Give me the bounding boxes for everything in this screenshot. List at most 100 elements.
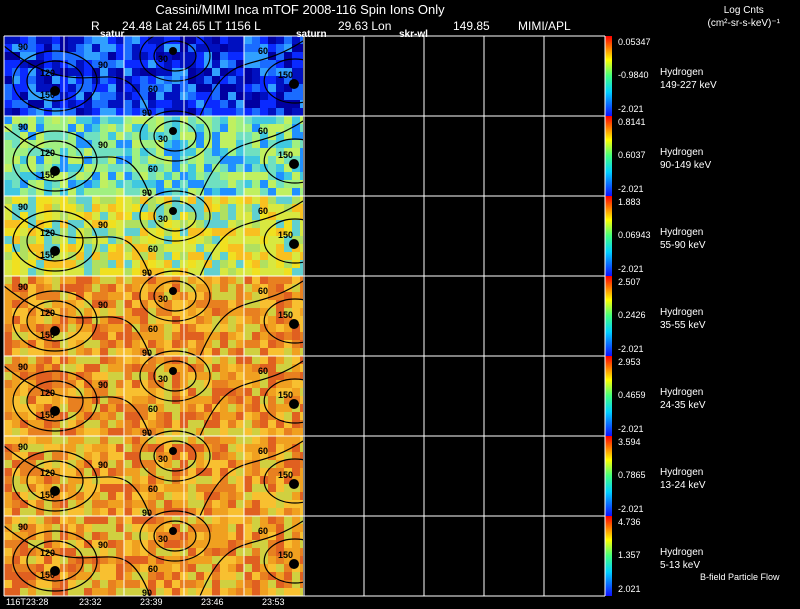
- species-label: Hydrogen: [660, 387, 704, 398]
- time-tick-4: 23:53: [262, 597, 285, 607]
- contour-label: 150: [278, 470, 294, 480]
- contour-label: 120: [40, 468, 56, 478]
- contour-label: 120: [40, 148, 56, 158]
- panel-label: Hydrogen 55-90 keV: [660, 226, 706, 252]
- panel-label: Hydrogen 13-24 keV: [660, 466, 706, 492]
- contour-label: 150: [278, 550, 294, 560]
- energy-label: 35-55 keV: [660, 320, 706, 331]
- contour-label: 120: [40, 548, 56, 558]
- contour-label: 90: [142, 428, 153, 438]
- species-label: Hydrogen: [660, 147, 704, 158]
- colorbar-min: -2.021: [618, 344, 644, 354]
- contour-label: 90: [142, 188, 153, 198]
- contour-label: 150: [40, 570, 56, 580]
- contour-label: 90: [142, 268, 153, 278]
- colorbar-max: 3.594: [618, 437, 641, 447]
- time-tick-1: 23:32: [79, 597, 102, 607]
- contour-label: 90: [18, 202, 29, 212]
- contour-label: 150: [40, 490, 56, 500]
- colorbar-mid: 0.2426: [618, 310, 646, 320]
- colorbar-min: -2.021: [618, 264, 644, 274]
- colorbar-mid: 0.4659: [618, 390, 646, 400]
- contour-label: 90: [98, 460, 109, 470]
- contour-label: 30: [158, 54, 169, 64]
- colorbar-max: 4.736: [618, 517, 641, 527]
- contour-label: 90: [98, 60, 109, 70]
- contour-label: 60: [148, 404, 159, 414]
- contour-label: 150: [278, 150, 294, 160]
- contour-label: 90: [18, 522, 29, 532]
- contour-label: 30: [158, 214, 169, 224]
- colorbar-max: 2.953: [618, 357, 641, 367]
- contour-label: 150: [278, 310, 294, 320]
- contour-label: 60: [148, 484, 159, 494]
- contour-label: 90: [98, 220, 109, 230]
- energy-label: 13-24 keV: [660, 480, 706, 491]
- colorbar-0: [605, 36, 612, 116]
- contour-label: 60: [258, 46, 269, 56]
- contour-label: 90: [18, 42, 29, 52]
- contour-label: 30: [158, 374, 169, 384]
- contour-label: 90: [142, 108, 153, 118]
- marker-skr: skr-wl: [399, 29, 428, 40]
- contour-label: 90: [98, 300, 109, 310]
- panel-label: Hydrogen 5-13 keV: [660, 546, 703, 572]
- contour-label: 150: [40, 330, 56, 340]
- energy-label: 90-149 keV: [660, 160, 712, 171]
- colorbar-3: [605, 276, 612, 356]
- colorbar-mid: 1.357: [618, 550, 641, 560]
- colorbar-mid: 0.7865: [618, 470, 646, 480]
- contour-label: 90: [98, 540, 109, 550]
- energy-label: 24-35 keV: [660, 400, 706, 411]
- contour-label: 90: [142, 508, 153, 518]
- contour-label: 90: [18, 122, 29, 132]
- contour-label: 60: [148, 84, 159, 94]
- species-label: Hydrogen: [660, 67, 704, 78]
- colorbar-6: [605, 516, 612, 596]
- colorbar-min: -2.021: [618, 424, 644, 434]
- panel-label: Hydrogen 24-35 keV: [660, 386, 706, 412]
- colorbar-mid: -0.9840: [618, 70, 649, 80]
- contour-label: 150: [40, 250, 56, 260]
- contour-label: 90: [18, 282, 29, 292]
- colorbar-mid: 0.6037: [618, 150, 646, 160]
- time-tick-3: 23:46: [201, 597, 224, 607]
- species-label: Hydrogen: [660, 227, 704, 238]
- contour-label: 150: [40, 90, 56, 100]
- contour-label: 90: [98, 140, 109, 150]
- contour-label: 60: [258, 526, 269, 536]
- colorbar-mid: 0.06943: [618, 230, 651, 240]
- species-label: Hydrogen: [660, 467, 704, 478]
- panel-label: Hydrogen 35-55 keV: [660, 306, 706, 332]
- marker-saturn: saturn: [296, 29, 327, 40]
- contour-label: 30: [158, 294, 169, 304]
- contour-label: 60: [148, 244, 159, 254]
- colorbar-5: [605, 436, 612, 516]
- contour-label: 150: [278, 70, 294, 80]
- time-tick-0: 116T23:28: [6, 597, 49, 607]
- contour-label: 30: [158, 134, 169, 144]
- contour-label: 150: [278, 390, 294, 400]
- colorbar-1: [605, 116, 612, 196]
- time-tick-2: 23:39: [140, 597, 163, 607]
- contour-label: 90: [18, 442, 29, 452]
- species-label: Hydrogen: [660, 547, 704, 558]
- contour-label: 60: [258, 446, 269, 456]
- contour-label: 60: [258, 366, 269, 376]
- contour-label: 60: [258, 126, 269, 136]
- colorbar-min: -2.021: [618, 184, 644, 194]
- contour-label: 150: [40, 410, 56, 420]
- colorbar-max: 0.8141: [618, 117, 646, 127]
- colorbar-min: -2.021: [618, 504, 644, 514]
- colorbar-min: 2.021: [618, 584, 641, 594]
- contour-label: 60: [148, 164, 159, 174]
- colorbar-max: 0.05347: [618, 37, 651, 47]
- contour-label: 60: [258, 206, 269, 216]
- contour-label: 90: [98, 380, 109, 390]
- contour-label: 150: [278, 230, 294, 240]
- marker-satur: satur: [100, 29, 125, 40]
- colorbar-max: 2.507: [618, 277, 641, 287]
- contour-label: 30: [158, 534, 169, 544]
- contour-label: 120: [40, 308, 56, 318]
- contour-label: 90: [18, 362, 29, 372]
